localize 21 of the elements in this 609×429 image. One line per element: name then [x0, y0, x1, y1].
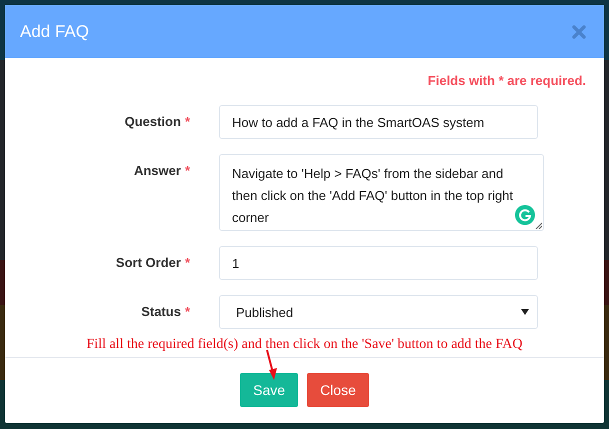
required-mark: * [184, 255, 190, 272]
field-label: Sort Order [116, 255, 181, 272]
field-label: Question [124, 114, 181, 131]
resize-grip-icon[interactable] [535, 222, 542, 229]
field-label: Answer [134, 163, 181, 180]
annotation-arrow [265, 349, 279, 381]
field-label: Status [141, 304, 181, 321]
status-select[interactable]: Published [219, 295, 538, 329]
required-mark: * [184, 114, 190, 131]
required-mark: * [184, 163, 190, 180]
answer-field[interactable]: Navigate to 'Help > FAQs' from the sidebar and then click on the 'Add FAQ' button in the top right corner [219, 154, 544, 231]
grammar-check-icon[interactable] [515, 205, 535, 225]
close-button[interactable]: Close [307, 373, 369, 407]
dialog-title: Add FAQ [20, 22, 89, 42]
input-field[interactable]: How to add a FAQ in the SmartOAS system [219, 105, 538, 139]
caret-icon [521, 309, 529, 315]
required-mark: * [184, 304, 190, 321]
annotation-text: Fill all the required field(s) and then click on the 'Save' button to add the FAQ [86, 337, 522, 353]
required-note: Fields with * are required. [428, 73, 586, 88]
input-field[interactable]: 1 [219, 246, 538, 280]
close-icon[interactable] [572, 24, 586, 38]
